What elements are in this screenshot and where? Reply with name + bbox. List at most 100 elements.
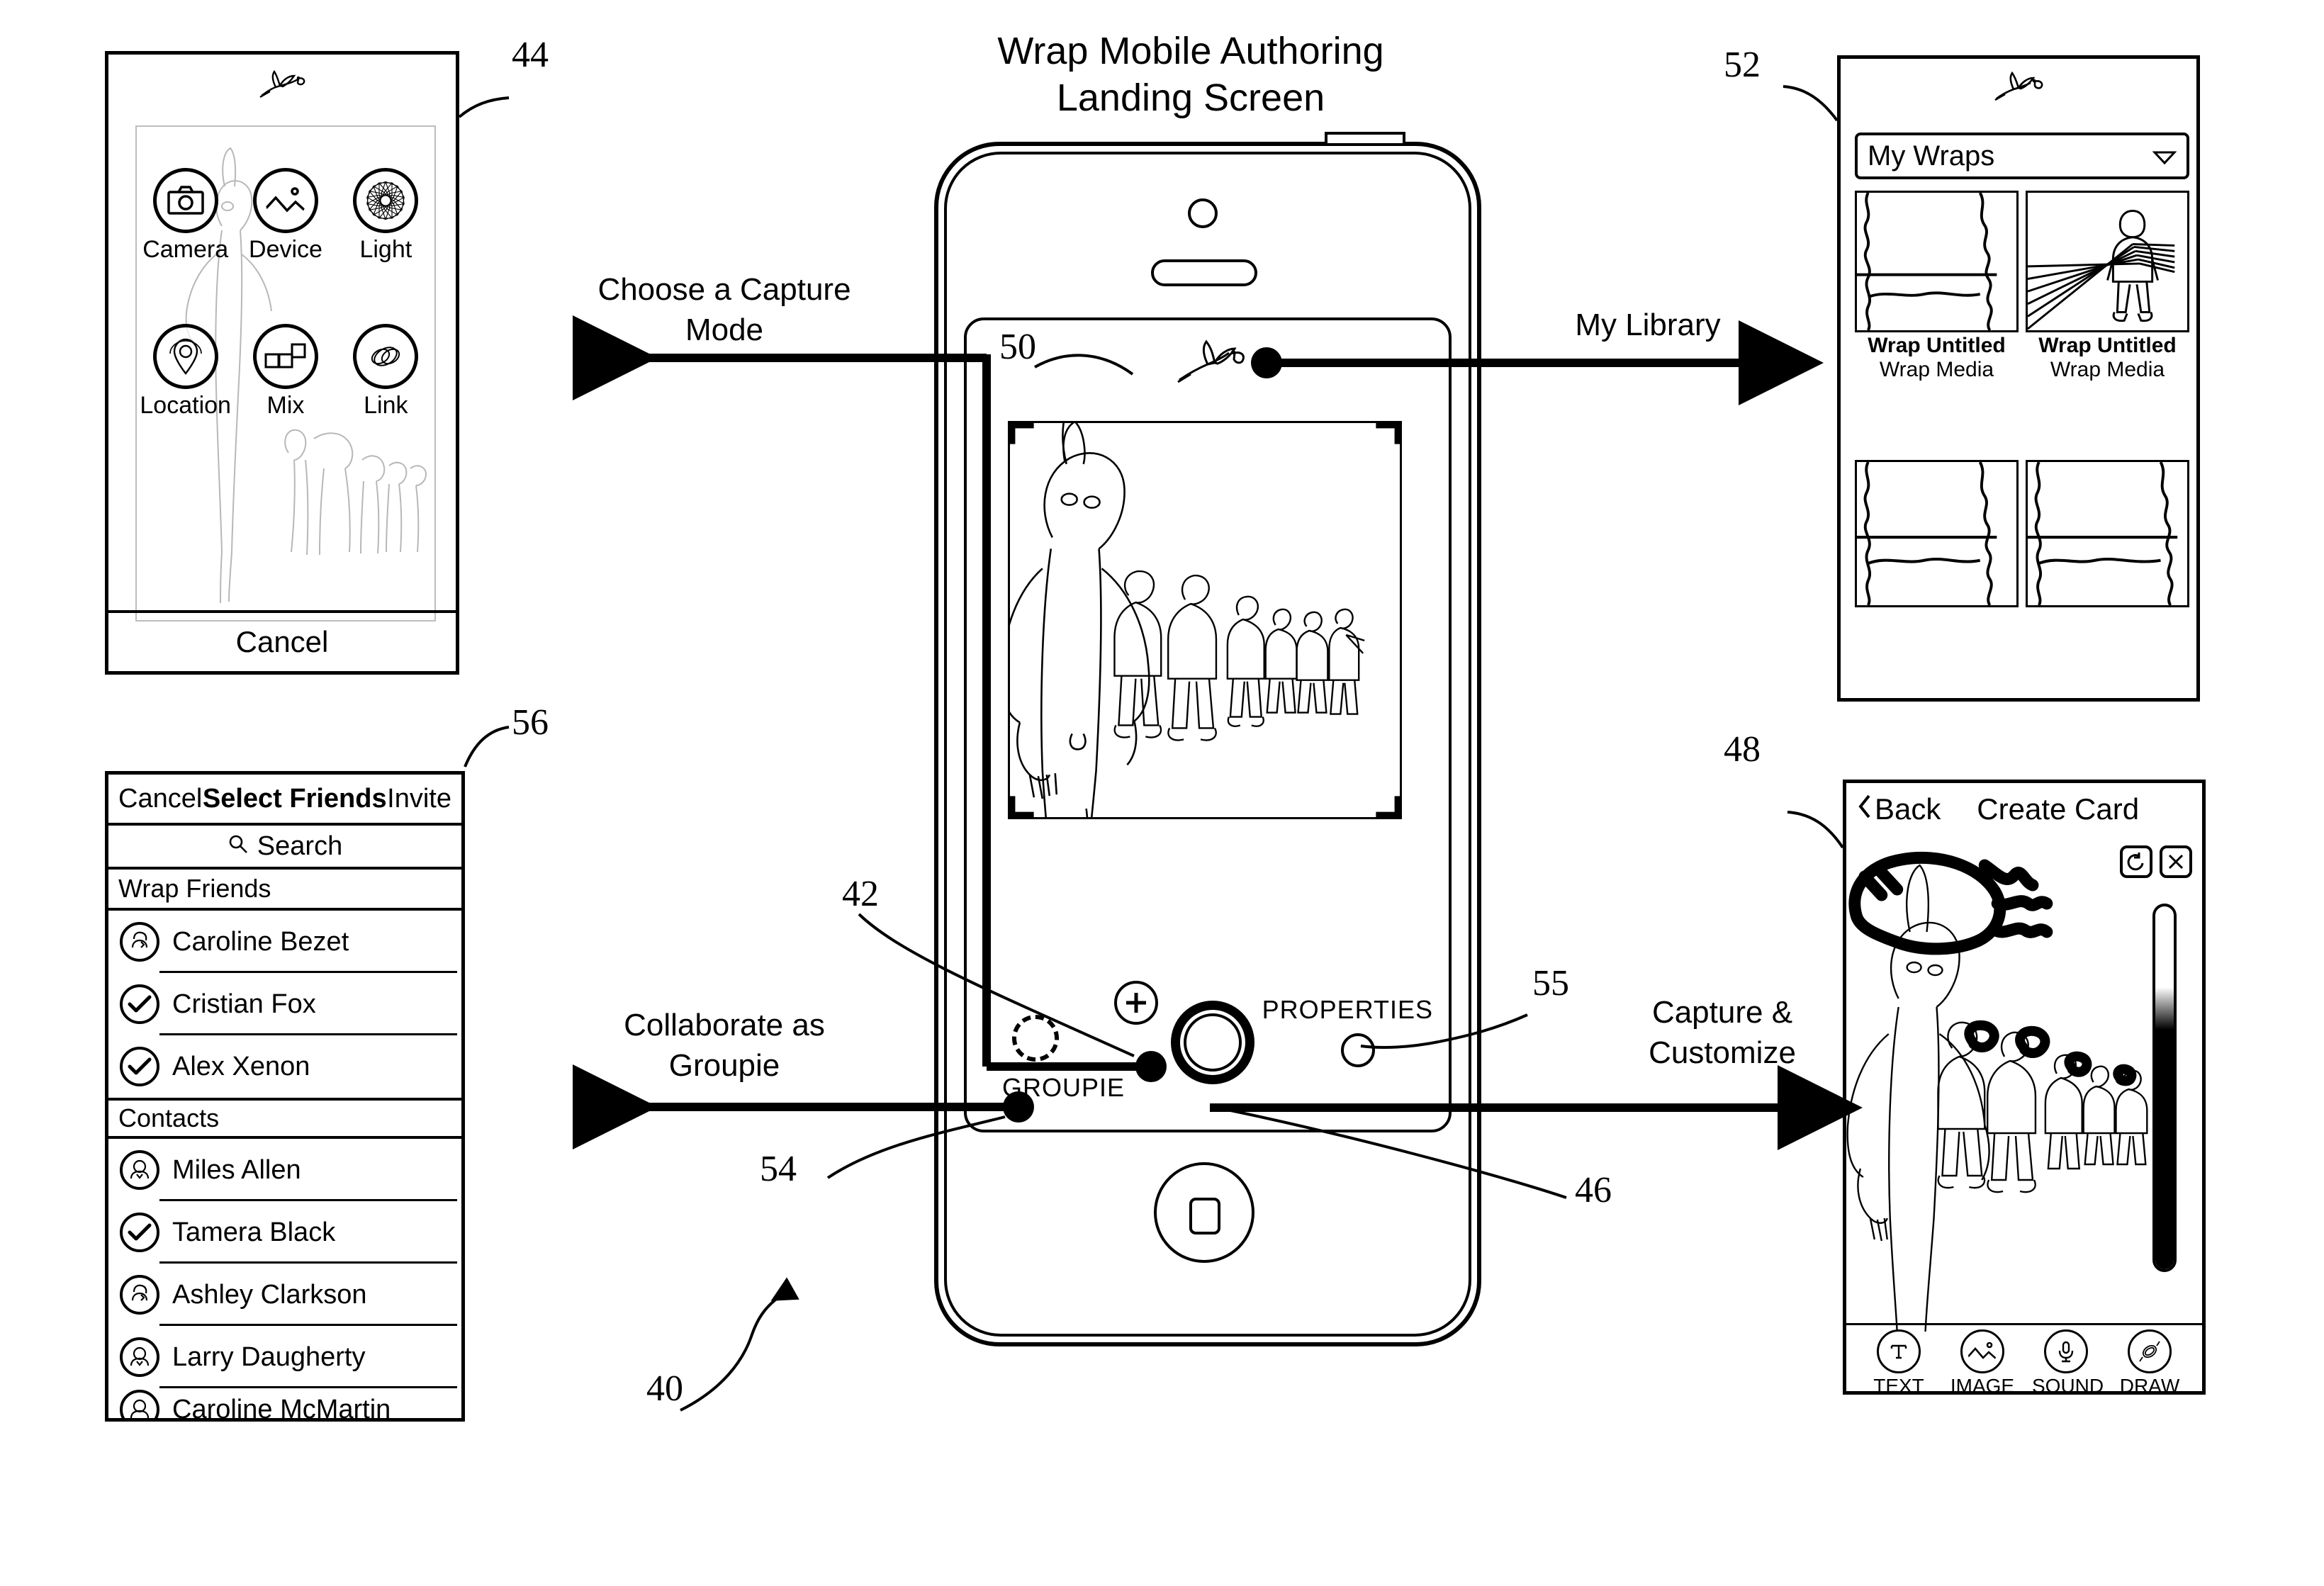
hummingbird-logo [108,67,456,104]
capture-mode-label: Camera [142,236,229,263]
list-item[interactable]: Alex Xenon [108,1035,461,1098]
person-rays-thumb [2026,191,2189,332]
capture-mode-grid[interactable]: Camera Device Light Location Mix Link [135,168,436,480]
list-item[interactable]: Larry Daugherty [108,1326,461,1388]
link-icon [353,324,419,389]
library-filter-dropdown[interactable]: My Wraps [1855,133,2189,179]
list-item[interactable]: Ashley Clarkson [108,1264,461,1326]
back-button[interactable]: Back [1858,792,1941,826]
landscape-thumb [1855,191,2019,332]
friend-name: Cristian Fox [172,989,316,1019]
slider-fill [2155,1030,2174,1269]
capture-mode-panel[interactable]: Camera Device Light Location Mix Link Ca… [105,51,459,675]
callout-line-1: Capture & [1651,995,1793,1030]
capture-mode-link[interactable]: Link [336,324,436,420]
brush-size-slider[interactable] [2152,904,2177,1272]
library-item[interactable]: Wrap Untitled Wrap Media [1855,191,2019,454]
friends-cancel-button[interactable]: Cancel [118,784,202,814]
chevron-left-icon [1858,792,1872,826]
friends-search-field[interactable]: Search [108,826,461,870]
list-item[interactable]: Tamera Black [108,1201,461,1264]
capture-mode-device[interactable]: Device [235,168,335,264]
phone-device[interactable]: GROUPIE PROPERTIES [934,132,1481,1346]
friends-section-header: Wrap Friends [108,870,461,911]
library-item[interactable]: Wrap Untitled Wrap Media [2026,191,2189,454]
card-tool-image[interactable]: IMAGE [1948,1329,2016,1395]
list-item[interactable]: Miles Allen [108,1139,461,1201]
capture-mode-label: Link [364,392,408,419]
card-tool-label: IMAGE [1950,1375,2015,1395]
friends-invite-button[interactable]: Invite [387,784,451,814]
friend-name: Tamera Black [172,1217,336,1247]
groupie-label: GROUPIE [1002,1073,1125,1102]
map-pin-icon [152,324,218,389]
chevron-down-icon[interactable] [2152,140,2177,172]
friend-name: Alex Xenon [172,1051,310,1081]
properties-label: PROPERTIES [1262,995,1433,1024]
checkmark-icon [120,984,159,1024]
callout-collaborate-as-groupie: Collaborate as Groupie [576,1005,873,1086]
list-item[interactable]: Caroline Bezet [108,911,461,973]
callout-line-1: Collaborate as [624,1008,825,1042]
microphone-icon [2044,1329,2088,1373]
groupie-button[interactable] [1012,1015,1059,1062]
library-thumbnail-grid[interactable]: Wrap Untitled Wrap Media Wrap Untitled W… [1855,191,2189,680]
create-card-canvas[interactable] [1846,836,2202,1339]
capture-mode-camera[interactable]: Camera [135,168,235,264]
callout-my-library: My Library [1531,305,1765,345]
create-card-panel[interactable]: Back Create Card TEXT IMAGE SOUND DRAW [1843,780,2206,1395]
capture-mode-mix[interactable]: Mix [235,324,335,420]
front-camera-icon [1188,198,1218,228]
card-tool-label: DRAW [2119,1375,2180,1395]
phone-screen[interactable]: GROUPIE PROPERTIES [964,317,1452,1132]
earpiece-speaker [1151,259,1257,286]
properties-button[interactable] [1341,1033,1375,1067]
search-icon [228,831,249,862]
library-panel[interactable]: My Wraps Wrap Untitled Wrap Media Wrap U… [1837,55,2200,702]
library-item[interactable] [1855,460,2019,680]
library-item-subtitle: Wrap Media [1879,358,1994,381]
back-label: Back [1875,792,1941,826]
capture-mode-label: Location [140,392,231,419]
capture-mode-light[interactable]: Light [336,168,436,264]
slider-gradient [2155,987,2174,1030]
undo-icon[interactable] [2120,845,2152,878]
text-icon [1877,1329,1921,1373]
card-edit-tools[interactable] [2120,845,2192,878]
ref-number-56: 56 [512,702,549,743]
callout-capture-customize: Capture & Customize [1588,992,1857,1073]
friend-name: Caroline McMartin [172,1394,391,1422]
camera-viewfinder[interactable] [1008,421,1402,819]
landscape-thumb [1855,460,2019,607]
figure-title-line-1: Wrap Mobile Authoring [997,30,1384,72]
callout-choose-capture-mode: Choose a Capture Mode [576,269,873,350]
checkmark-icon [120,1213,159,1252]
list-item[interactable]: Caroline McMartin [108,1388,461,1422]
callout-line-2: Groupie [668,1048,780,1084]
capture-cancel-label: Cancel [235,625,329,658]
card-tool-text[interactable]: TEXT [1865,1329,1933,1395]
image-icon [252,168,318,233]
ref-number-54: 54 [760,1149,797,1189]
ref-number-52: 52 [1724,45,1761,85]
library-item[interactable] [2026,460,2189,680]
friend-name: Caroline Bezet [172,926,349,957]
create-card-toolbar[interactable]: TEXT IMAGE SOUND DRAW [1846,1323,2202,1391]
card-tool-draw[interactable]: DRAW [2116,1329,2184,1395]
card-tool-sound[interactable]: SOUND [2032,1329,2104,1391]
friends-search-text: Search [257,831,343,861]
friends-section-label: Wrap Friends [118,874,271,903]
capture-mode-label: Mix [266,392,305,419]
capture-mode-location[interactable]: Location [135,324,235,420]
list-item[interactable]: Cristian Fox [108,973,461,1035]
capture-cancel-button[interactable]: Cancel [108,610,456,671]
hummingbird-logo [1841,69,2196,107]
hummingbird-logo[interactable] [1172,336,1249,390]
select-friends-panel[interactable]: Cancel Select Friends Invite Search Wrap… [105,771,465,1422]
add-button[interactable] [1114,981,1158,1025]
close-icon[interactable] [2160,845,2192,878]
library-item-subtitle: Wrap Media [2050,358,2165,381]
card-tool-label: TEXT [1873,1375,1924,1395]
ref-number-48: 48 [1724,729,1761,770]
draw-icon [2128,1329,2172,1373]
